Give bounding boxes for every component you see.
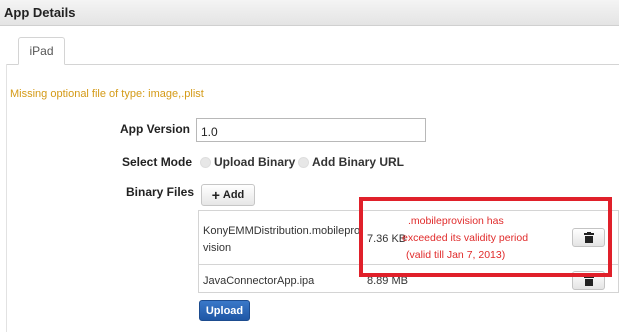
file-name: JavaConnectorApp.ipa [203, 275, 315, 287]
error-line: .mobileprovision has [408, 215, 504, 227]
delete-file-button[interactable] [572, 228, 605, 247]
delete-file-button[interactable] [572, 271, 605, 290]
app-version-input[interactable] [196, 118, 426, 142]
upload-binary-radio[interactable] [200, 157, 211, 168]
select-mode-label: Select Mode [122, 155, 193, 169]
app-version-label: App Version [120, 122, 191, 136]
file-validity-error: .mobileprovision has exceeded its validi… [402, 213, 562, 264]
tab-ipad[interactable]: iPad [18, 37, 65, 65]
upload-button[interactable]: Upload [199, 300, 250, 321]
table-row-divider [198, 264, 619, 265]
trash-icon [583, 275, 594, 286]
missing-file-warning: Missing optional file of type: image,.pl… [10, 88, 204, 100]
file-name: KonyEMMDistribution.mobileprovision [203, 225, 361, 254]
add-binary-url-radio[interactable] [298, 157, 309, 168]
file-size: 8.89 MB [367, 275, 408, 287]
add-binary-url-label[interactable]: Add Binary URL [312, 155, 404, 169]
error-line: exceeded its validity period [402, 232, 529, 244]
trash-icon [583, 232, 594, 243]
file-size: 7.36 KB [367, 233, 407, 245]
upload-binary-label[interactable]: Upload Binary [214, 155, 295, 169]
panel-title: App Details [4, 5, 76, 20]
binary-files-label: Binary Files [126, 185, 195, 199]
tab-panel-border [6, 64, 7, 332]
panel-header: App Details [0, 0, 619, 26]
tab-strip-divider [6, 64, 619, 65]
add-file-button-label: Add [222, 189, 245, 201]
add-file-button[interactable]: + Add [201, 184, 255, 206]
error-line: (valid till Jan 7, 2013) [406, 249, 506, 261]
plus-icon: + [211, 187, 220, 203]
